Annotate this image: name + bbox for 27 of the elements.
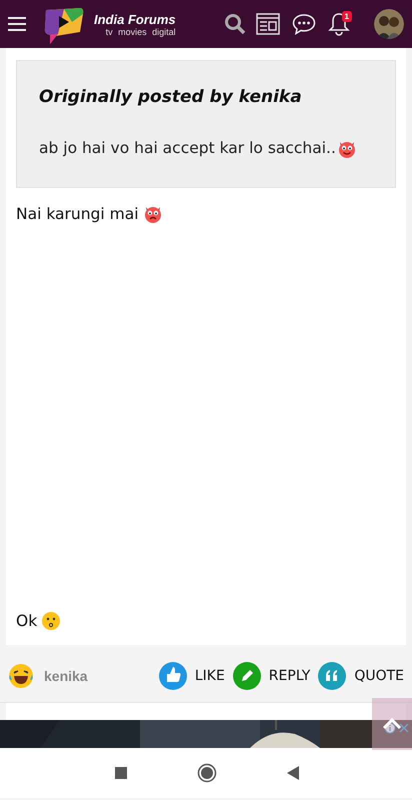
quote-attribution: Originally posted by kenika bbox=[39, 87, 303, 107]
menu-icon[interactable] bbox=[8, 16, 26, 32]
back-icon[interactable] bbox=[287, 766, 299, 780]
newspaper-icon[interactable] bbox=[256, 13, 280, 35]
quote-icon bbox=[318, 662, 346, 690]
post-text: Ok bbox=[16, 612, 38, 630]
devil-emoji-icon bbox=[336, 139, 357, 159]
scroll-to-top-button[interactable] bbox=[372, 698, 412, 750]
home-icon[interactable] bbox=[197, 763, 217, 783]
reply-button[interactable]: REPLY bbox=[232, 662, 310, 690]
quote-button[interactable]: QUOTE bbox=[318, 662, 404, 690]
notification-badge: 1 bbox=[342, 11, 352, 22]
search-icon[interactable] bbox=[224, 13, 246, 35]
like-button[interactable]: LIKE bbox=[158, 662, 225, 690]
author-name: kenika bbox=[44, 668, 88, 684]
avatar[interactable] bbox=[374, 9, 404, 39]
laughing-emoji-icon bbox=[8, 663, 34, 689]
brand-name: India Forums bbox=[94, 12, 176, 26]
brand-tagline: tv movies digital bbox=[106, 26, 176, 36]
pencil-icon bbox=[232, 662, 261, 690]
close-icon[interactable] bbox=[398, 722, 410, 734]
angry-emoji-icon bbox=[142, 204, 163, 224]
quote-text: ab jo hai vo hai accept kar lo sacchai.. bbox=[39, 139, 336, 157]
bell-icon[interactable] bbox=[328, 11, 350, 37]
thumbs-up-icon bbox=[158, 662, 187, 690]
chat-icon[interactable] bbox=[292, 13, 316, 35]
post-text: Nai karungi mai bbox=[16, 205, 139, 223]
